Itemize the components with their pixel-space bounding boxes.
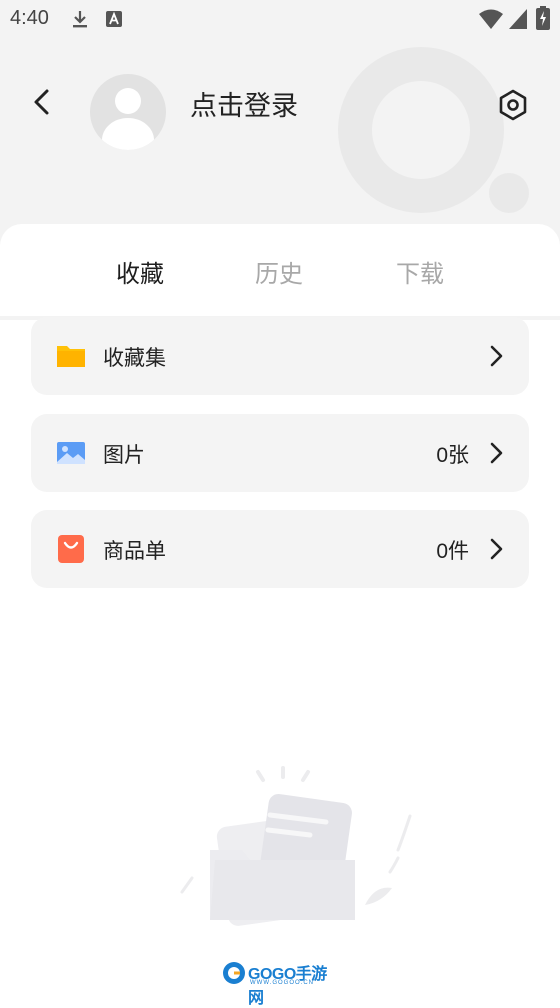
tabs-card: 收藏 历史 下载 [0, 224, 560, 316]
settings-icon[interactable] [496, 88, 530, 122]
watermark-logo: GOGO手游网 WWW.GOGOO.CN [222, 958, 340, 1007]
chevron-right-icon [490, 345, 503, 367]
battery-charging-icon [536, 6, 550, 30]
font-a-icon [106, 11, 122, 27]
wifi-icon [479, 9, 503, 29]
chevron-right-icon [490, 442, 503, 464]
list-item-label: 商品单 [103, 539, 166, 563]
tab-downloads[interactable]: 下载 [396, 254, 444, 289]
list-item-count: 0张 [436, 444, 469, 467]
back-button[interactable] [26, 86, 58, 118]
tab-favorites[interactable]: 收藏 [116, 254, 164, 289]
list-item-collections[interactable]: 收藏集 [31, 317, 529, 395]
empty-state-illustration [180, 766, 412, 926]
signal-icon [509, 9, 527, 29]
chevron-right-icon [490, 538, 503, 560]
list-item-label: 收藏集 [103, 346, 166, 370]
login-link[interactable]: 点击登录 [190, 84, 298, 123]
decorative-dot [489, 173, 529, 213]
avatar-body [102, 118, 154, 150]
avatar[interactable] [90, 74, 166, 150]
list-item-count: 0件 [436, 540, 469, 563]
image-icon [57, 442, 85, 464]
status-time: 4:40 [10, 7, 49, 29]
list-item-products[interactable]: 商品单 0件 [31, 510, 529, 588]
avatar-head [115, 88, 141, 114]
watermark-url: WWW.GOGOO.CN [250, 980, 314, 986]
tab-history[interactable]: 历史 [255, 254, 303, 289]
list-item-images[interactable]: 图片 0张 [31, 414, 529, 492]
download-icon [73, 11, 87, 28]
folder-icon [57, 346, 85, 367]
decorative-ring [338, 47, 504, 213]
status-bar: 4:40 [0, 0, 560, 38]
shopping-bag-icon [58, 535, 84, 563]
gogo-logo-icon [223, 962, 245, 984]
list-item-label: 图片 [103, 443, 145, 467]
